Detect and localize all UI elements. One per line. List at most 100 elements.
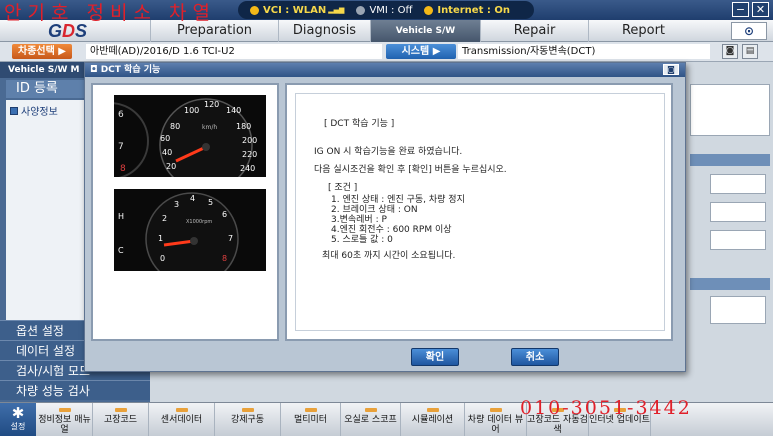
condition-item: 3.변속레버 : P: [331, 215, 387, 225]
tool-multimeter[interactable]: 멀티미터: [281, 403, 341, 436]
instruction-line-3: 최대 60초 까지 시간이 소요됩니다.: [322, 251, 456, 261]
ok-button[interactable]: 확인: [411, 348, 459, 366]
close-button[interactable]: ✕: [752, 2, 769, 17]
menu-diagnosis[interactable]: Diagnosis: [278, 20, 370, 42]
tool-icon: [304, 408, 317, 412]
setting-label: 설정: [10, 422, 26, 431]
gallery-icon: ▤: [745, 46, 755, 56]
svg-text:120: 120: [204, 100, 219, 109]
tool-label: 시뮬레이션: [411, 415, 454, 425]
svg-text:100: 100: [184, 106, 199, 115]
svg-text:2: 2: [162, 214, 167, 223]
vehicle-select-button[interactable]: 차종선택 ▶: [12, 44, 72, 59]
tool-icon: [114, 408, 127, 412]
camera-icon: ◙: [667, 65, 675, 74]
camera-button[interactable]: ◙: [722, 44, 738, 59]
gear-icon: ✱: [11, 404, 25, 422]
tool-icon: [426, 408, 439, 412]
svg-text:140: 140: [226, 106, 241, 115]
vci-status: VCI : WLAN ▂▄▆: [250, 5, 344, 16]
svg-text:40: 40: [162, 148, 172, 157]
svg-text:220: 220: [242, 150, 257, 159]
tool-repair-manual[interactable]: 정비정보 매뉴얼: [37, 403, 93, 436]
svg-text:4: 4: [190, 194, 195, 203]
dialog-title: DCT 학습 기능: [100, 65, 161, 75]
svg-text:7: 7: [228, 234, 233, 243]
condition-item: 1. 엔진 상태 : 엔진 구동, 차량 정지: [331, 195, 465, 205]
tool-label: 멀티미터: [293, 415, 328, 425]
tool-icon: [175, 408, 188, 412]
speedometer-image: 6 7 8 80 100 120 140 180 60 200 40 220 2…: [114, 95, 266, 177]
speedo-unit: km/h: [202, 124, 217, 131]
tool-vehicle-data-viewer[interactable]: 차량 데이터 뷰어: [465, 403, 527, 436]
menu-vehicle-sw-management[interactable]: Vehicle S/W Management: [370, 20, 480, 58]
svg-text:240: 240: [240, 164, 255, 173]
background-field: [710, 202, 766, 222]
dialog-title-icon: ◘: [90, 65, 101, 75]
minimize-button[interactable]: −: [732, 2, 749, 17]
setting-button[interactable]: ✱ 설정: [0, 403, 36, 436]
watermark-text: 안기호 정비소 차열: [4, 2, 216, 24]
tool-icon: [364, 408, 377, 412]
tool-label: 오실로 스코프: [344, 415, 397, 425]
background-panel-header: [690, 278, 770, 290]
tool-dtc[interactable]: 고장코드: [93, 403, 149, 436]
svg-text:C: C: [118, 246, 124, 255]
svg-text:8: 8: [120, 164, 126, 174]
svg-text:6: 6: [118, 110, 124, 120]
condition-title: [ 조건 ]: [328, 183, 358, 193]
svg-text:200: 200: [242, 136, 257, 145]
background-field: [710, 174, 766, 194]
instruction-heading: [ DCT 학습 기능 ]: [324, 119, 395, 129]
vmi-status: VMI : Off: [356, 5, 412, 16]
condition-item: 2. 브레이크 상태 : ON: [331, 205, 418, 215]
svg-text:5: 5: [208, 198, 213, 207]
gds-window: VCI : WLAN ▂▄▆ VMI : Off Internet : On −…: [0, 0, 773, 436]
svg-text:6: 6: [222, 210, 227, 219]
sidebar-item-vehicle-performance[interactable]: 차량 성능 검사: [0, 380, 150, 400]
vci-label: VCI : WLAN: [263, 4, 327, 16]
tool-actuation-test[interactable]: 강제구동: [215, 403, 281, 436]
tool-icon: [241, 408, 254, 412]
background-panel-header: [690, 154, 770, 166]
cancel-button[interactable]: 취소: [511, 348, 559, 366]
svg-text:8: 8: [222, 254, 227, 263]
tool-label: 고장코드: [103, 415, 138, 425]
tool-sensor-data[interactable]: 센서데이터: [149, 403, 215, 436]
vmi-label: VMI : Off: [369, 4, 413, 16]
vci-dot-icon: [250, 5, 259, 15]
instruction-line-1: IG ON 시 학습기능을 완료 하였습니다.: [314, 147, 463, 157]
tool-oscilloscope[interactable]: 오실로 스코프: [341, 403, 401, 436]
background-panel: [690, 84, 770, 136]
tool-label: 센서데이터: [160, 415, 203, 425]
tool-simulation[interactable]: 시뮬레이션: [401, 403, 465, 436]
tool-icon: [489, 408, 502, 412]
phone-overlay-text: 010-3051-3442: [520, 397, 692, 419]
system-name: Transmission/자동변속(DCT): [458, 44, 710, 59]
tool-label: 정비정보 매뉴얼: [38, 415, 91, 435]
gallery-button[interactable]: ▤: [742, 44, 758, 59]
tool-label: 강제구동: [230, 415, 265, 425]
background-field: [710, 230, 766, 250]
menu-repair[interactable]: Repair: [480, 20, 588, 42]
svg-text:3: 3: [174, 200, 179, 209]
search-button[interactable]: ⊙: [731, 22, 767, 40]
condition-item: 4.엔진 회전수 : 600 RPM 이상: [331, 225, 452, 235]
menu-report[interactable]: Report: [588, 20, 698, 42]
svg-text:7: 7: [118, 142, 124, 152]
instruction-panel: [ DCT 학습 기능 ] IG ON 시 학습기능을 완료 하였습니다. 다음…: [285, 83, 673, 341]
svg-text:H: H: [118, 212, 124, 221]
signal-bars-icon: ▂▄▆: [328, 6, 345, 14]
svg-text:0: 0: [160, 254, 165, 263]
gauge-image-panel: 6 7 8 80 100 120 140 180 60 200 40 220 2…: [91, 83, 279, 341]
svg-text:20: 20: [166, 162, 176, 171]
dialog-capture-button[interactable]: ◙: [663, 64, 679, 75]
background-field: [710, 296, 766, 324]
dct-learning-dialog: ◘ DCT 학습 기능 ◙ 6 7 8 80 100 120 140 180 6…: [84, 62, 686, 372]
svg-text:60: 60: [160, 134, 170, 143]
instruction-line-2: 다음 실시조건을 확인 후 [확인] 버튼을 누르십시오.: [314, 165, 507, 175]
tool-label: 차량 데이터 뷰어: [467, 415, 524, 435]
internet-status: Internet : On: [424, 5, 510, 16]
sidebar-item-spec-info[interactable]: 사양정보: [10, 103, 58, 118]
system-select-button[interactable]: 시스템 ▶: [386, 44, 456, 59]
